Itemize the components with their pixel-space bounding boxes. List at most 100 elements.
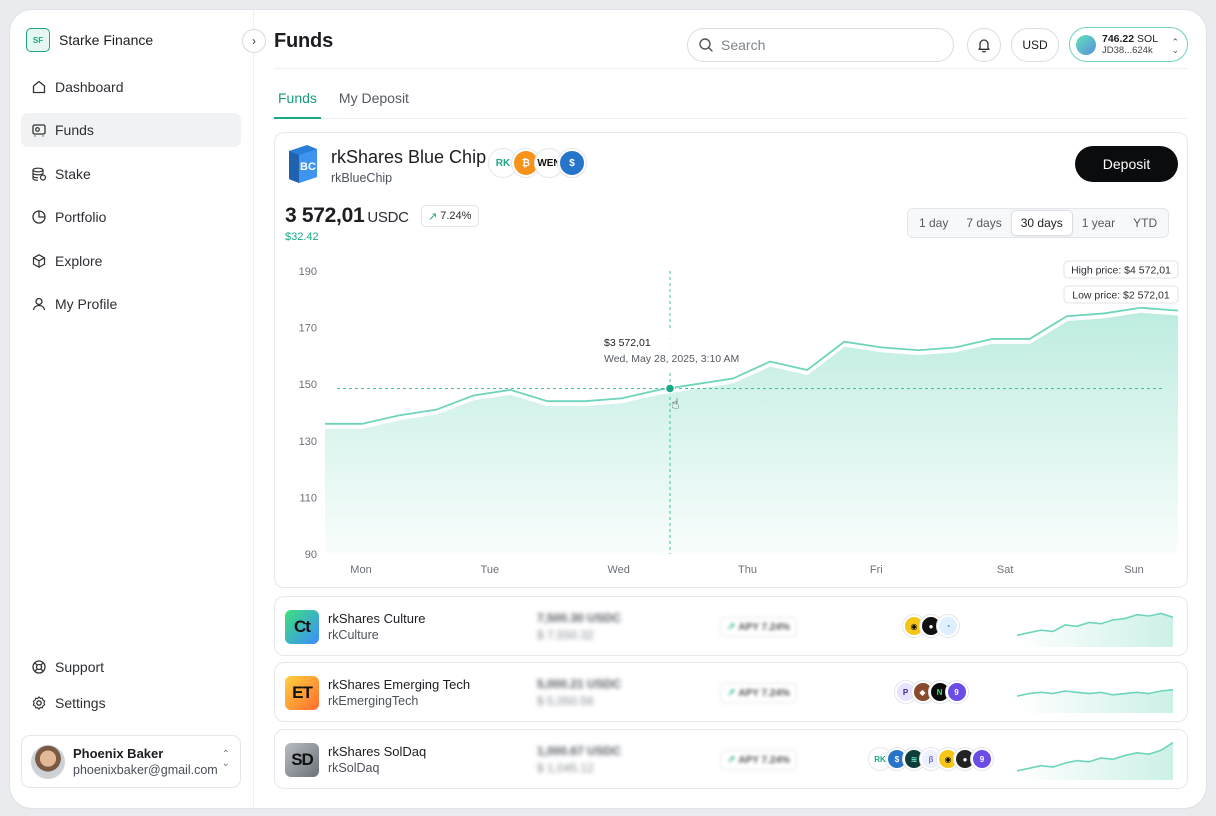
tabs: Funds My Deposit <box>274 90 1188 119</box>
y-tick-label: 170 <box>299 323 317 335</box>
tooltip-value: $3 572,01 <box>604 337 651 349</box>
user-card[interactable]: Phoenix Baker phoenixbaker@gmail.com ⌃ ⌄ <box>21 735 241 788</box>
fund-row-ticker: rkEmergingTech <box>328 694 419 708</box>
search-input[interactable] <box>721 37 931 53</box>
token-icon: 9 <box>945 681 968 703</box>
sidebar-item-settings[interactable]: Settings <box>21 686 241 720</box>
wallet-address: JD38...624k <box>1102 44 1153 56</box>
notifications-button[interactable] <box>967 28 1001 62</box>
token-icon: 9 <box>971 748 993 770</box>
fund-row-logo: ET <box>285 676 319 710</box>
high-price-label-text: High price: $4 572,01 <box>1071 265 1171 277</box>
arrow-up-right-icon: ↗ <box>727 687 736 699</box>
avatar <box>31 744 65 779</box>
sidebar-item-label: Explore <box>55 252 103 269</box>
sidebar-bottom-nav: Support Settings <box>21 650 241 722</box>
chart-tooltip: $3 572,01 Wed, May 28, 2025, 3:10 AM <box>594 329 746 373</box>
y-tick-label: 130 <box>299 436 317 448</box>
fund-row-logo: Ct <box>285 610 319 644</box>
fund-row-sparkline <box>1016 741 1174 780</box>
fund-row-value-usd: $ 1,045.12 <box>537 761 594 775</box>
tab-funds[interactable]: Funds <box>274 90 321 119</box>
sidebar-item-label: Settings <box>55 695 106 711</box>
wallet-button[interactable]: 746.22 SOL JD38...624k ⌃ ⌄ <box>1069 27 1188 62</box>
fund-row-ticker: rkSolDaq <box>328 761 380 775</box>
search-icon <box>699 38 713 52</box>
y-tick-label: 150 <box>299 379 317 391</box>
sidebar-item-stake[interactable]: Stake <box>21 157 241 191</box>
fund-row-sparkline <box>1016 688 1174 713</box>
stake-icon <box>32 167 47 181</box>
hover-point[interactable] <box>664 383 676 394</box>
fund-row-value: 5,000.21 USDC <box>537 677 622 691</box>
sidebar-item-label: Portfolio <box>55 209 107 226</box>
chart-area <box>325 311 1178 554</box>
fund-detail-card: BC rkShares Blue Chip rkBlueChip RK ₿ WEN $… <box>274 132 1188 588</box>
y-tick-label: 190 <box>299 266 317 278</box>
chevron-up-down-icon: ⌃ ⌄ <box>221 749 230 769</box>
chevron-up-down-icon: ⌃ ⌄ <box>1171 37 1179 55</box>
fund-row-apy: ↗ APY 7.24% <box>720 750 797 770</box>
fund-row-logo: SD <box>285 743 319 777</box>
home-icon <box>32 80 46 94</box>
pointer-cursor-icon: ☝ <box>671 395 680 411</box>
fund-row[interactable]: ET rkShares Emerging Tech rkEmergingTech 5,… <box>274 662 1188 722</box>
sidebar-item-dashboard[interactable]: Dashboard <box>21 70 241 104</box>
sidebar-nav: Dashboard Funds Stake Portfolio Explore … <box>21 70 241 330</box>
sidebar-item-my-profile[interactable]: My Profile <box>21 287 241 321</box>
wallet-avatar <box>1076 34 1096 55</box>
brand-logo: SF <box>26 28 50 52</box>
fund-row[interactable]: SD rkShares SolDaq rkSolDaq 1,000.67 USDC $ … <box>274 729 1188 789</box>
search-box[interactable] <box>687 28 954 62</box>
fund-row-token-list: ◉ ● ◔ <box>903 615 959 637</box>
fund-row-value-usd: $ 5,050.56 <box>537 694 594 708</box>
fund-row[interactable]: Ct rkShares Culture rkCulture 7,500.30 USDC… <box>274 596 1188 656</box>
x-tick-label: Tue <box>481 564 500 576</box>
fund-row-value: 1,000.67 USDC <box>537 744 622 758</box>
tooltip-date: Wed, May 28, 2025, 3:10 AM <box>604 353 739 365</box>
fund-row-apy: ↗ APY 7.24% <box>720 683 797 703</box>
brand[interactable]: SF Starke Finance <box>26 28 153 52</box>
x-tick-label: Wed <box>607 564 629 576</box>
x-tick-label: Sat <box>997 564 1014 576</box>
token-icon: ◔ <box>937 615 959 637</box>
fund-row-value-usd: $ 7,550.32 <box>537 628 594 642</box>
currency-button[interactable]: USD <box>1011 28 1059 62</box>
app-window: SF Starke Finance Dashboard Funds Stake … <box>10 10 1206 808</box>
fund-row-apy: ↗ APY 7.24% <box>720 617 797 637</box>
arrow-up-right-icon: ↗ <box>727 621 736 633</box>
wallet-balance: 746.22 SOL <box>1102 32 1159 45</box>
support-icon <box>32 660 46 674</box>
fund-row-token-list: P ◆ N 9 <box>894 681 968 703</box>
brand-name: Starke Finance <box>59 32 154 48</box>
sidebar: SF Starke Finance Dashboard Funds Stake … <box>10 10 254 808</box>
fund-row-name: rkShares Emerging Tech <box>328 677 471 692</box>
price-chart[interactable]: 190 170 150 130 110 90 Mon Tue Wed Thu Fri Sat Sun ☝ $… <box>275 133 1187 587</box>
portfolio-icon <box>32 210 46 224</box>
sidebar-item-funds[interactable]: Funds <box>21 113 241 148</box>
funds-icon <box>32 124 46 137</box>
user-email: phoenixbaker@gmail.com <box>73 763 218 777</box>
low-price-label-text: Low price: $2 572,01 <box>1072 290 1170 302</box>
high-price-label: High price: $4 572,01 <box>1063 260 1179 279</box>
collapse-sidebar-button[interactable]: › <box>242 29 266 53</box>
sidebar-item-support[interactable]: Support <box>21 650 241 684</box>
x-tick-label: Fri <box>870 564 883 576</box>
header-divider <box>274 68 1188 69</box>
explore-icon <box>32 253 46 268</box>
fund-row-name: rkShares SolDaq <box>328 744 427 759</box>
user-icon <box>32 297 46 311</box>
y-tick-label: 110 <box>299 492 317 504</box>
fund-row-name: rkShares Culture <box>328 611 426 626</box>
fund-row-value: 7,500.30 USDC <box>537 611 622 625</box>
sparkline-area <box>1017 742 1173 780</box>
sidebar-item-explore[interactable]: Explore <box>21 244 241 278</box>
fund-row-sparkline <box>1016 612 1174 647</box>
user-name: Phoenix Baker <box>73 746 164 761</box>
x-tick-label: Sun <box>1124 564 1144 576</box>
bell-icon <box>978 39 990 53</box>
chevron-right-icon: › <box>252 34 256 48</box>
sidebar-item-portfolio[interactable]: Portfolio <box>21 200 241 234</box>
tab-my-deposit[interactable]: My Deposit <box>335 90 413 119</box>
fund-row-ticker: rkCulture <box>328 628 379 642</box>
